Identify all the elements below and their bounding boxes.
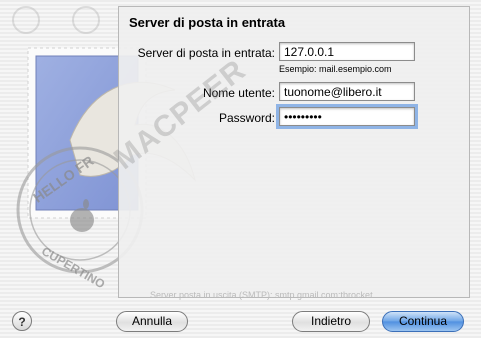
- username-field[interactable]: tuonome@libero.it: [279, 82, 415, 101]
- password-field[interactable]: •••••••••: [276, 104, 418, 129]
- setup-panel: Server di posta in entrata Server di pos…: [118, 6, 470, 298]
- back-button[interactable]: Indietro: [292, 311, 370, 332]
- password-label: Password:: [218, 111, 275, 125]
- cancel-button[interactable]: Annulla: [116, 311, 188, 332]
- help-button[interactable]: ?: [12, 311, 32, 331]
- incoming-server-hint: Esempio: mail.esempio.com: [279, 64, 392, 74]
- svg-text:CUPERTINO: CUPERTINO: [39, 244, 107, 291]
- continue-button[interactable]: Continua: [382, 311, 464, 332]
- panel-title: Server di posta in entrata: [129, 15, 286, 30]
- background-smtp-row: Server posta in uscita (SMTP): smtp.gmai…: [150, 290, 373, 300]
- incoming-server-label: Server di posta in entrata:: [137, 46, 275, 60]
- incoming-server-field[interactable]: 127.0.0.1: [279, 42, 415, 61]
